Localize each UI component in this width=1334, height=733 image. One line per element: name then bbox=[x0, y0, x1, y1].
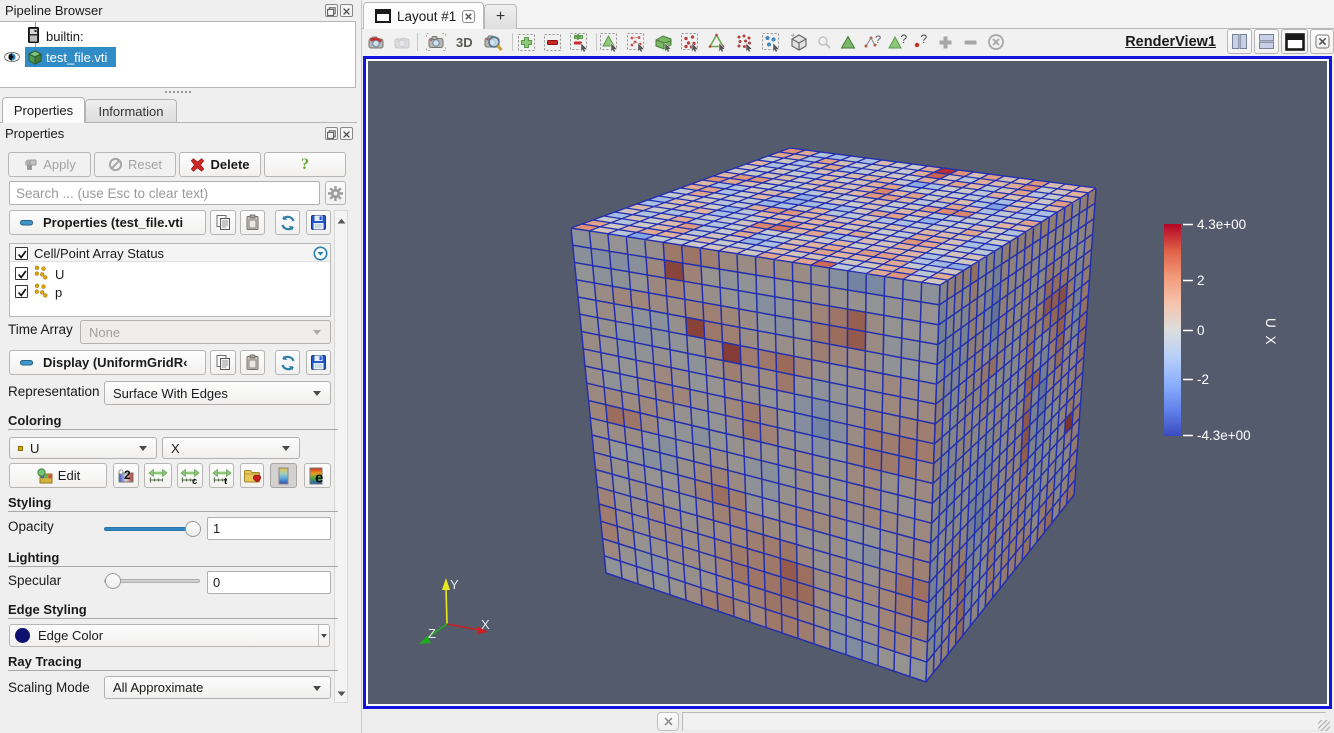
svg-text:0: 0 bbox=[1197, 323, 1205, 338]
svg-text:U X: U X bbox=[1263, 318, 1278, 347]
svg-text:Z: Z bbox=[428, 626, 436, 641]
svg-text:4.3e+00: 4.3e+00 bbox=[1197, 217, 1246, 232]
svg-text:-2: -2 bbox=[1197, 372, 1209, 387]
svg-text:-4.3e+00: -4.3e+00 bbox=[1197, 428, 1251, 443]
svg-text:Y: Y bbox=[450, 577, 459, 592]
svg-text:X: X bbox=[481, 617, 490, 632]
svg-text:2: 2 bbox=[1197, 273, 1205, 288]
